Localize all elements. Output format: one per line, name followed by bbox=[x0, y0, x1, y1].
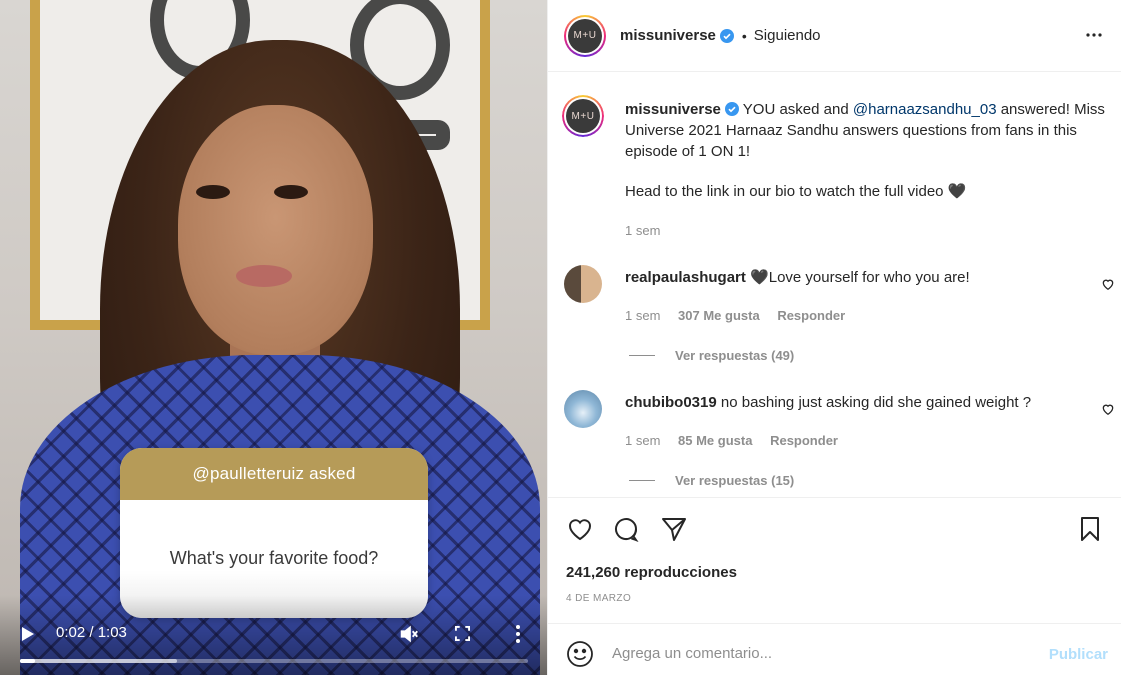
heart-icon[interactable] bbox=[1101, 402, 1115, 416]
caption-username[interactable]: missuniverse bbox=[625, 101, 721, 118]
video-time: 0:02 / 1:03 bbox=[56, 624, 127, 641]
save-icon[interactable] bbox=[1076, 515, 1104, 543]
avatar-logo: M+U bbox=[566, 99, 600, 133]
comment-username[interactable]: realpaulashugart bbox=[625, 269, 746, 286]
person-eye bbox=[274, 185, 308, 199]
person-lips bbox=[236, 265, 292, 287]
header-username[interactable]: missuniverse bbox=[620, 27, 716, 44]
add-comment-bar: Publicar bbox=[548, 623, 1121, 675]
post-view: @paulletteruiz asked What's your favorit… bbox=[0, 0, 1121, 675]
view-count[interactable]: 241,260 reproducciones bbox=[566, 564, 737, 581]
comment-text: realpaulashugart 🖤Love yourself for who … bbox=[625, 267, 1119, 288]
video-progress bbox=[20, 659, 36, 663]
comment-input[interactable] bbox=[612, 638, 1032, 668]
caption-body-start: YOU asked and bbox=[742, 101, 849, 118]
comment-likes[interactable]: 307 Me gusta bbox=[678, 308, 760, 323]
comment-likes[interactable]: 85 Me gusta bbox=[678, 433, 752, 448]
caption-line-2: Head to the link in our bio to watch the… bbox=[625, 183, 967, 200]
view-replies-label: Ver respuestas (15) bbox=[675, 473, 795, 488]
person-eye bbox=[196, 185, 230, 199]
caption-text: missuniverse YOU asked and @harnaazsandh… bbox=[625, 99, 1119, 202]
comment-username[interactable]: chubibo0319 bbox=[625, 394, 717, 411]
comment-time: 1 sem bbox=[625, 308, 661, 323]
view-replies-button[interactable]: Ver respuestas (15) bbox=[629, 473, 794, 488]
post-actions: 241,260 reproducciones 4 DE MARZO bbox=[548, 497, 1121, 623]
avatar[interactable]: M+U bbox=[562, 95, 604, 137]
view-replies-button[interactable]: Ver respuestas (49) bbox=[629, 348, 794, 363]
mute-icon[interactable] bbox=[398, 623, 420, 645]
fullscreen-icon[interactable] bbox=[455, 626, 470, 641]
person-face bbox=[178, 105, 373, 355]
caption-mention-link[interactable]: @harnaazsandhu_03 bbox=[853, 101, 997, 118]
view-replies-label: Ver respuestas (49) bbox=[675, 348, 795, 363]
video-player[interactable]: @paulletteruiz asked What's your favorit… bbox=[0, 0, 547, 675]
comment-time: 1 sem bbox=[625, 433, 661, 448]
avatar[interactable] bbox=[564, 390, 602, 428]
reply-button[interactable]: Responder bbox=[770, 433, 838, 448]
more-horizontal-icon[interactable] bbox=[1085, 26, 1103, 44]
emoji-icon[interactable] bbox=[566, 640, 594, 668]
avatar-logo: M+U bbox=[568, 18, 602, 53]
divider bbox=[629, 355, 655, 356]
separator-dot: • bbox=[741, 27, 747, 44]
play-icon[interactable] bbox=[22, 627, 34, 641]
comment-meta: 1 sem 85 Me gusta Responder bbox=[625, 433, 838, 448]
comments-list: M+U missuniverse YOU asked and @harnaazs… bbox=[548, 73, 1121, 496]
video-progress-bar[interactable] bbox=[20, 659, 528, 663]
video-controls: 0:02 / 1:03 bbox=[0, 595, 547, 675]
avatar[interactable] bbox=[564, 265, 602, 303]
divider bbox=[629, 480, 655, 481]
question-card: @paulletteruiz asked What's your favorit… bbox=[120, 448, 428, 618]
question-asker: @paulletteruiz asked bbox=[120, 448, 428, 500]
verified-icon bbox=[719, 28, 734, 43]
publish-button[interactable]: Publicar bbox=[1049, 646, 1108, 663]
heart-icon[interactable] bbox=[1101, 277, 1115, 291]
reply-button[interactable]: Responder bbox=[777, 308, 845, 323]
comment-text: chubibo0319 no bashing just asking did s… bbox=[625, 392, 1119, 413]
video-buffer bbox=[20, 659, 178, 663]
more-vertical-icon[interactable] bbox=[512, 624, 524, 644]
caption: M+U missuniverse YOU asked and @harnaazs… bbox=[562, 95, 1105, 245]
comment-body: 🖤Love yourself for who you are! bbox=[750, 269, 970, 286]
comment-icon[interactable] bbox=[612, 515, 640, 543]
follow-button[interactable]: Siguiendo bbox=[754, 27, 821, 44]
share-icon[interactable] bbox=[660, 515, 688, 543]
verified-icon bbox=[724, 102, 739, 116]
heart-icon[interactable] bbox=[566, 515, 594, 543]
post-date: 4 DE MARZO bbox=[566, 593, 632, 604]
comment-meta: 1 sem 307 Me gusta Responder bbox=[625, 308, 845, 323]
post-side-panel: M+U missuniverse • Siguiendo M+U missuni… bbox=[547, 0, 1121, 675]
caption-time: 1 sem bbox=[625, 223, 661, 238]
post-header: M+U missuniverse • Siguiendo bbox=[548, 0, 1121, 72]
comment-body: no bashing just asking did she gained we… bbox=[720, 394, 1032, 411]
avatar[interactable]: M+U bbox=[564, 14, 606, 57]
